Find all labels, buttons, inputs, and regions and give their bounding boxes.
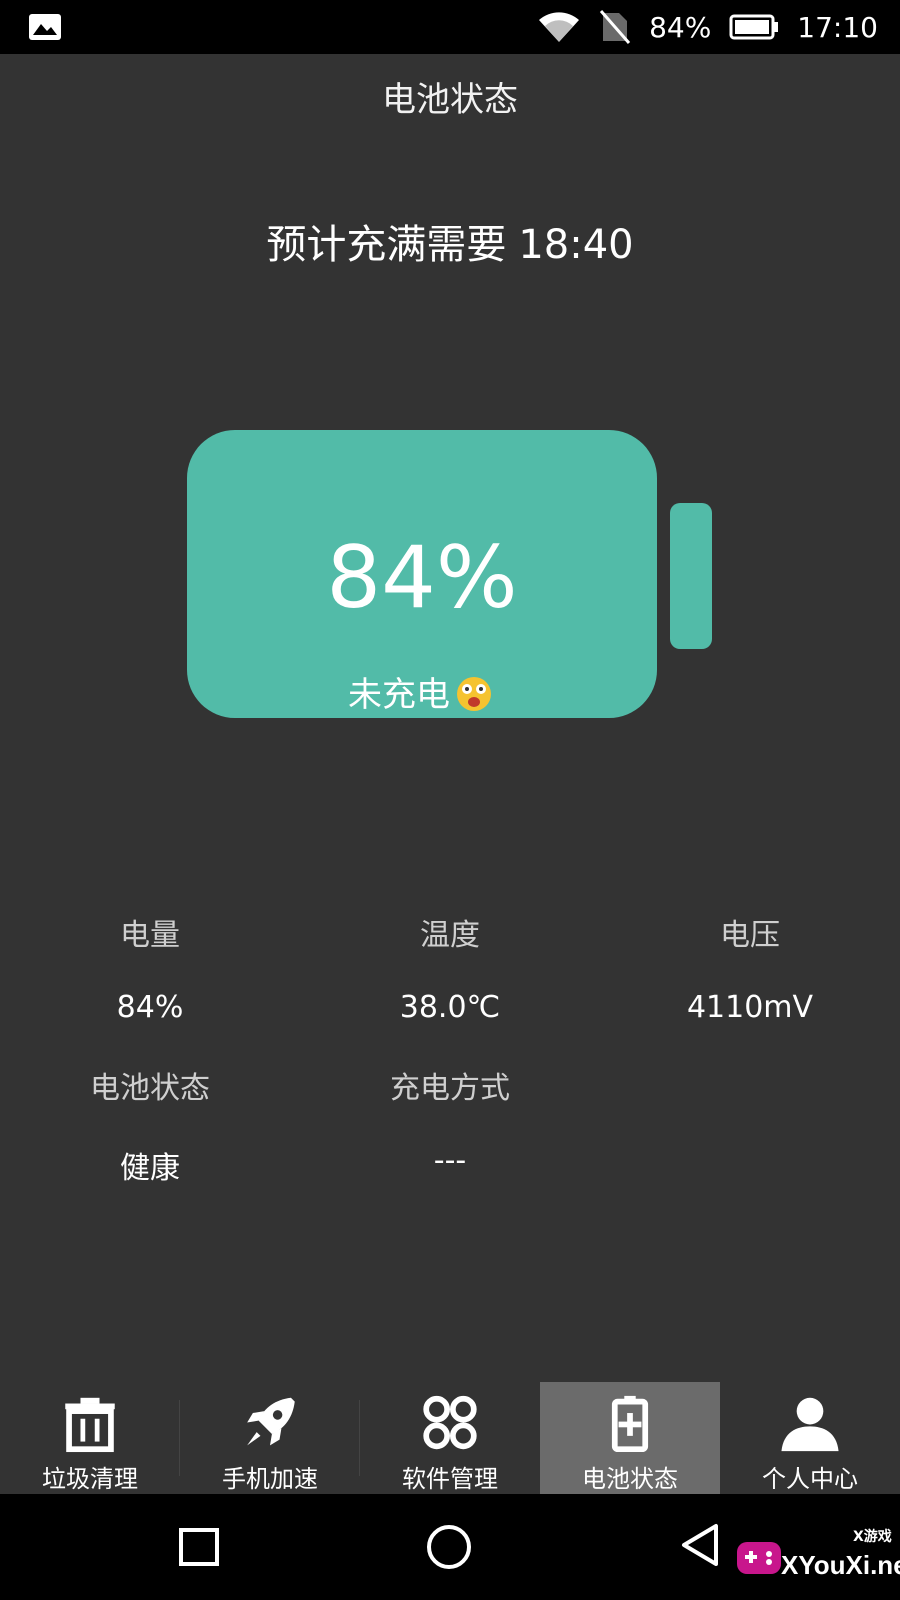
stat-voltage-value: 4110mV [686, 990, 814, 1025]
stat-voltage: 电压 4110mV [600, 910, 900, 1025]
nav-item-app-manager[interactable]: 软件管理 [360, 1382, 540, 1494]
nav-label: 个人中心 [762, 1465, 858, 1493]
charge-estimate-value: 18:40 [518, 222, 634, 268]
gamepad-icon [737, 1542, 781, 1574]
watermark-tag: X游戏 [853, 1529, 892, 1545]
stat-temperature: 温度 38.0℃ [300, 910, 600, 1025]
stat-voltage-label: 电压 [720, 918, 780, 953]
watermark-site: XYouXi.net [781, 1550, 900, 1580]
nav-label: 垃圾清理 [42, 1465, 138, 1493]
stat-charge-mode-value: --- [433, 1143, 467, 1178]
no-sim-icon [599, 10, 631, 44]
watermark-logo: X游戏 XYouXi.net [735, 1520, 900, 1590]
nav-label: 电池状态 [582, 1465, 678, 1493]
rocket-icon [247, 1397, 295, 1446]
bottom-nav: 垃圾清理 手机加速 软件管理 电池状态 个人中心 [0, 1382, 900, 1494]
nav-label: 软件管理 [402, 1465, 498, 1493]
charge-estimate-label: 预计充满需要 [266, 222, 507, 268]
stat-capacity: 电量 84% [0, 910, 300, 1025]
status-time: 17:10 [797, 10, 878, 44]
stat-temperature-value: 38.0℃ [399, 990, 501, 1025]
apps-icon [423, 1395, 477, 1450]
nav-label: 手机加速 [222, 1465, 318, 1493]
shocked-face-icon [457, 676, 491, 711]
wifi-icon [539, 12, 580, 42]
battery-plus-icon [611, 1395, 649, 1453]
stat-charge-mode: 充电方式 --- [300, 1063, 600, 1178]
battery-percent: 84% [326, 528, 518, 628]
battery-icon [729, 14, 779, 40]
battery-status-text: 未充电 [348, 675, 450, 715]
stat-charge-mode-label: 充电方式 [390, 1071, 510, 1106]
recents-icon[interactable] [178, 1527, 222, 1567]
status-battery-percent: 84% [649, 10, 712, 44]
charge-estimate: 预计充满需要 18:40 [0, 212, 900, 270]
stat-temperature-label: 温度 [420, 918, 480, 953]
back-icon[interactable] [678, 1522, 722, 1568]
battery-cap [670, 503, 712, 649]
nav-item-junk-clean[interactable]: 垃圾清理 [0, 1382, 180, 1494]
stat-capacity-value: 84% [116, 990, 184, 1025]
user-icon [781, 1397, 839, 1452]
stat-battery-health: 电池状态 健康 [0, 1063, 300, 1187]
page-title: 电池状态 [382, 80, 518, 120]
stat-capacity-label: 电量 [120, 918, 180, 953]
nav-item-battery-status[interactable]: 电池状态 [540, 1382, 720, 1494]
home-icon[interactable] [424, 1522, 474, 1572]
gallery-icon [29, 14, 61, 40]
status-bar: 84% 17:10 [0, 0, 900, 54]
nav-item-profile[interactable]: 个人中心 [720, 1382, 900, 1494]
battery-charging-status: 未充电 [187, 667, 657, 716]
trash-icon [65, 1397, 115, 1453]
stat-battery-health-value: 健康 [120, 1151, 180, 1186]
nav-item-phone-boost[interactable]: 手机加速 [180, 1382, 360, 1494]
stat-battery-health-label: 电池状态 [90, 1071, 210, 1106]
